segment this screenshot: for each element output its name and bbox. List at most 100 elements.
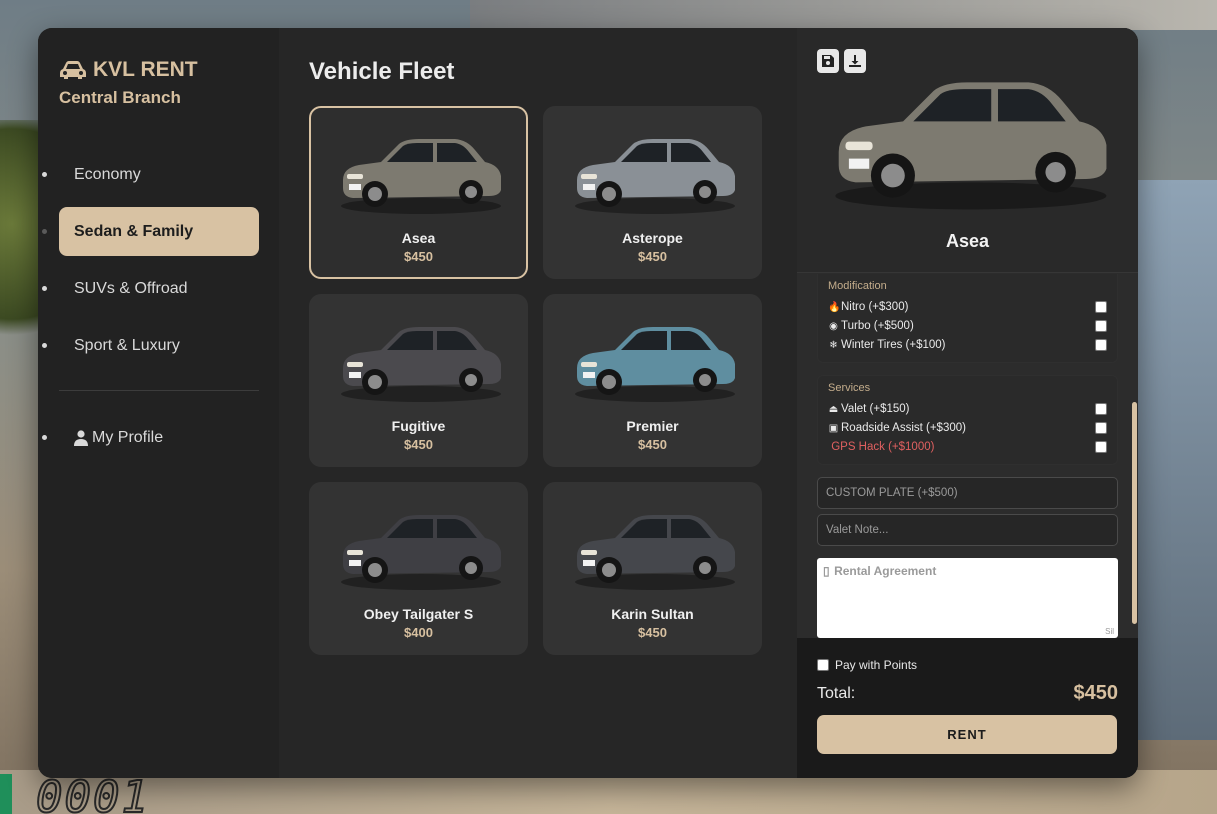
vehicle-card-obey-tailgater-s[interactable]: Obey Tailgater S $400 (309, 482, 528, 655)
option-winter-tires: ❄ Winter Tires (+$100) (828, 335, 1107, 354)
save-button[interactable] (817, 49, 839, 73)
option-turbo: ◉ Turbo (+$500) (828, 316, 1107, 335)
options-scroll-area[interactable]: Modification 🔥Nitro (+$300) ◉ Turbo (+$50… (797, 274, 1138, 638)
nav-item-label: Economy (74, 165, 141, 183)
vehicle-price: $450 (638, 249, 667, 264)
valet-note-input[interactable]: Valet Note... (817, 514, 1118, 546)
vehicle-card-fugitive[interactable]: Fugitive $450 (309, 294, 528, 467)
selected-vehicle-name: Asea (945, 231, 990, 251)
custom-plate-input[interactable]: CUSTOM PLATE (+$500) (817, 477, 1118, 509)
turbo-checkbox[interactable] (1095, 319, 1107, 332)
vehicle-fleet: Vehicle Fleet Asea $450 Asterope $450 Fu… (279, 28, 797, 778)
vehicle-image (340, 139, 501, 214)
vehicle-price: $450 (404, 249, 433, 264)
nav-item-sedan-family[interactable]: Sedan & Family (42, 207, 259, 256)
group-title: Modification (828, 280, 887, 292)
vehicle-name: Fugitive (391, 418, 446, 434)
snowflake-icon: ❄ (829, 339, 838, 351)
pay-with-points-label: Pay with Points (835, 658, 918, 672)
nav-item-label: Sport & Luxury (74, 336, 180, 354)
option-valet: ⏏ Valet (+$150) (828, 399, 1107, 418)
category-nav: Economy Sedan & Family SUVs & Offroad Sp… (42, 150, 259, 370)
background-tree (0, 120, 40, 380)
background-hud-marker (0, 774, 12, 814)
checkout-footer: Pay with Points Total: $450 RENT (797, 638, 1138, 778)
vehicle-image (340, 327, 501, 402)
nav-item-my-profile[interactable]: My Profile (42, 413, 259, 462)
option-nitro: 🔥Nitro (+$300) (828, 297, 1107, 316)
document-icon: ▯ (823, 564, 830, 578)
eject-icon: ⏏ (828, 403, 839, 415)
rental-agreement-field[interactable]: ▯ Rental Agreement Sil (817, 558, 1118, 638)
vehicle-image (574, 515, 735, 590)
brand: KVL RENT (59, 58, 259, 82)
group-title: Services (828, 382, 871, 394)
vehicle-card-asterope[interactable]: Asterope $450 (543, 106, 762, 279)
vehicle-name: Asea (401, 230, 436, 246)
total-value: $450 (1073, 682, 1119, 704)
option-label: Turbo (+$500) (841, 319, 914, 332)
option-label: Roadside Assist (+$300) (841, 421, 966, 434)
winter-tires-checkbox[interactable] (1095, 338, 1107, 351)
background-wall (1137, 180, 1217, 740)
option-label: GPS Hack (+$1000) (831, 440, 935, 453)
vehicle-grid: Asea $450 Asterope $450 Fugitive $450 Pr… (309, 106, 767, 655)
nav-item-label: My Profile (92, 428, 164, 446)
car-icon (60, 61, 86, 79)
download-button[interactable] (844, 49, 866, 73)
vehicle-name: Karin Sultan (611, 606, 694, 622)
background-hud-digits: 0001 (35, 771, 150, 814)
nav-item-economy[interactable]: Economy (42, 150, 259, 199)
valet-checkbox[interactable] (1095, 402, 1107, 415)
option-label: Valet (+$150) (841, 402, 910, 415)
gps-hack-checkbox[interactable] (1095, 440, 1107, 453)
brand-name: KVL RENT (93, 58, 198, 81)
roadside-assist-checkbox[interactable] (1095, 421, 1107, 434)
pay-with-points-checkbox[interactable] (817, 659, 829, 671)
vehicle-price: $450 (404, 437, 433, 452)
page-title: Vehicle Fleet (309, 58, 455, 85)
save-icon (822, 55, 834, 67)
total-row: Total: $450 (817, 682, 1118, 705)
vehicle-name: Premier (626, 418, 679, 434)
vehicle-price: $450 (638, 625, 667, 640)
vehicle-image (574, 139, 735, 214)
scrollbar-thumb[interactable] (1132, 402, 1137, 624)
background-roof (470, 0, 1217, 30)
vehicle-name: Obey Tailgater S (363, 606, 474, 622)
nav-item-label: SUVs & Offroad (74, 279, 188, 297)
gauge-icon: ◉ (829, 320, 838, 332)
option-gps-hack: GPS Hack (+$1000) (828, 437, 1107, 456)
pay-with-points[interactable]: Pay with Points (817, 658, 1118, 672)
vehicle-card-premier[interactable]: Premier $450 (543, 294, 762, 467)
vehicle-card-karin-sultan[interactable]: Karin Sultan $450 (543, 482, 762, 655)
vehicle-image (574, 327, 735, 402)
modification-group: Modification 🔥Nitro (+$300) ◉ Turbo (+$50… (817, 274, 1118, 363)
branch-name: Central Branch (59, 88, 181, 107)
option-label: Nitro (+$300) (841, 300, 909, 313)
fire-icon: 🔥 (828, 301, 841, 313)
services-group: Services ⏏ Valet (+$150) ▣ Roadside Assist… (817, 375, 1118, 465)
signature-hint: Sil (1105, 627, 1114, 636)
sidebar: KVL RENT Central Branch Economy Sedan & … (38, 28, 279, 778)
option-label: Winter Tires (+$100) (841, 338, 946, 351)
vehicle-detail-panel: Asea Modification 🔥Nitro (+$300) ◉ Turbo … (797, 28, 1138, 778)
vehicle-card-asea[interactable]: Asea $450 (309, 106, 528, 279)
vehicle-price: $400 (404, 625, 433, 640)
nav-item-sport-luxury[interactable]: Sport & Luxury (42, 321, 259, 370)
user-icon (74, 429, 88, 446)
download-icon (849, 55, 861, 67)
option-roadside-assist: ▣ Roadside Assist (+$300) (828, 418, 1107, 437)
rent-button[interactable]: RENT (817, 715, 1117, 754)
nav-item-label: Sedan & Family (74, 222, 194, 240)
first-aid-icon: ▣ (828, 422, 839, 434)
nav-item-suvs-offroad[interactable]: SUVs & Offroad (42, 264, 259, 313)
vehicle-name: Asterope (622, 230, 683, 246)
total-label: Total: (817, 684, 856, 702)
nitro-checkbox[interactable] (1095, 300, 1107, 313)
agreement-placeholder: Rental Agreement (834, 564, 937, 578)
rental-window: KVL RENT Central Branch Economy Sedan & … (38, 28, 1138, 778)
vehicle-price: $450 (638, 437, 667, 452)
vehicle-image (340, 515, 501, 590)
nav-divider (59, 390, 259, 391)
